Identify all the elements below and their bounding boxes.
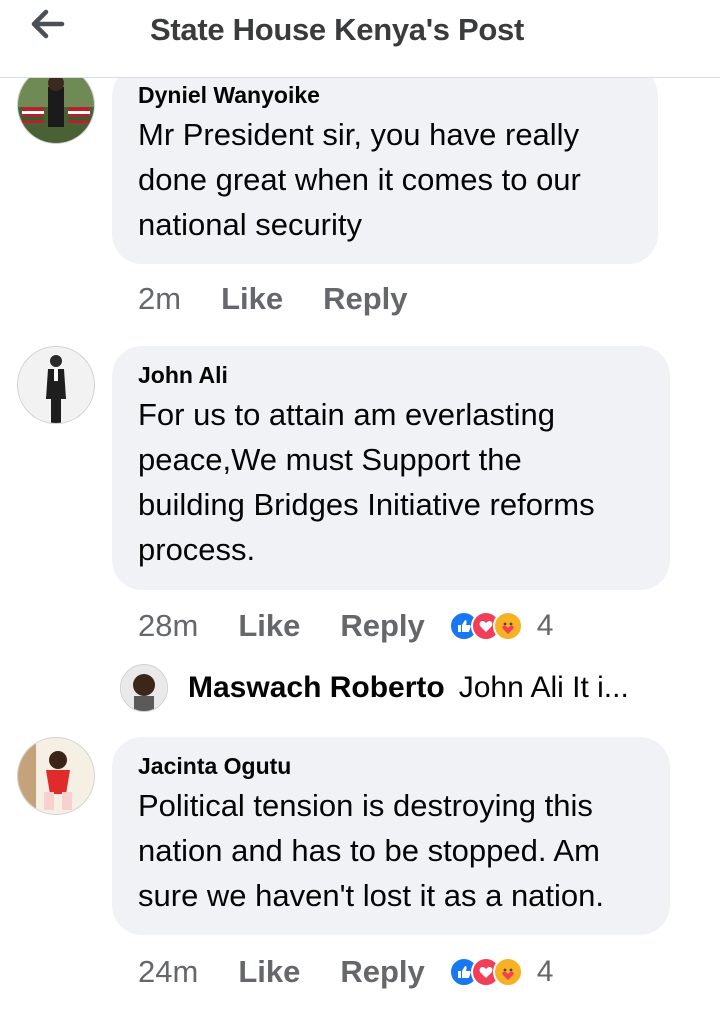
reaction-count: 4 (536, 609, 554, 642)
avatar[interactable] (120, 664, 168, 712)
reply-preview[interactable]: Maswach Roberto John Ali It i... (120, 663, 680, 713)
comment-actions: 24m Like Reply 4 (138, 949, 553, 995)
reply-button[interactable]: Reply (340, 954, 424, 990)
comment-author[interactable]: John Ali (138, 360, 644, 390)
back-button[interactable] (26, 8, 70, 44)
back-arrow-icon[interactable] (28, 8, 68, 45)
comment-bubble: John Ali For us to attain am everlasting… (112, 346, 670, 590)
comment-timestamp: 2m (138, 281, 182, 316)
comment-timestamp: 28m (138, 608, 199, 643)
page-title: State House Kenya's Post (150, 12, 525, 47)
comment-author[interactable]: Dyniel Wanyoike (138, 80, 632, 110)
like-button[interactable]: Like (238, 954, 300, 990)
reply-button[interactable]: Reply (340, 608, 424, 644)
comment-timestamp: 24m (138, 954, 199, 989)
care-reaction-icon (492, 957, 523, 987)
avatar[interactable] (17, 737, 95, 815)
reply-author[interactable]: Maswach Roberto (188, 671, 445, 705)
comment-text: Mr President sir, you have really done g… (138, 117, 581, 242)
top-bar: State House Kenya's Post (0, 0, 720, 78)
comment-text: Political tension is destroying this nat… (138, 788, 605, 913)
avatar[interactable] (17, 346, 95, 424)
comment-text: For us to attain am everlasting peace,We… (138, 397, 595, 567)
like-button[interactable]: Like (221, 281, 283, 317)
comment-author[interactable]: Jacinta Ogutu (138, 751, 644, 781)
comment-bubble: Dyniel Wanyoike Mr President sir, you ha… (112, 66, 658, 264)
reaction-count: 4 (536, 955, 554, 988)
care-reaction-icon (492, 611, 523, 641)
comment-actions: 2m Like Reply (138, 276, 408, 322)
reply-text: John Ali It i... (458, 671, 629, 704)
reactions-summary[interactable]: 4 (448, 609, 554, 643)
reply-button[interactable]: Reply (323, 281, 407, 317)
comment-actions: 28m Like Reply 4 (138, 603, 553, 649)
like-button[interactable]: Like (238, 608, 300, 644)
reactions-summary[interactable]: 4 (448, 955, 554, 989)
comment-bubble: Jacinta Ogutu Political tension is destr… (112, 737, 670, 935)
